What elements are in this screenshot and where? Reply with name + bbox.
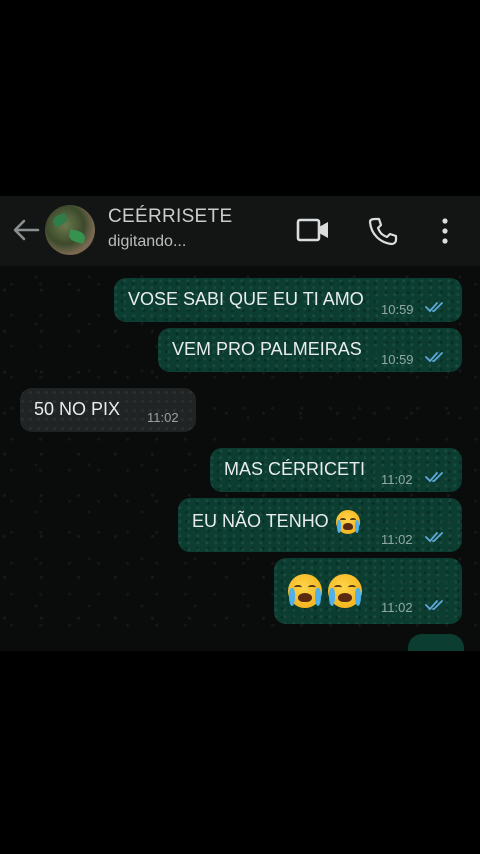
video-call-icon[interactable] <box>296 216 330 244</box>
message-time: 11:02 <box>381 472 413 487</box>
crying-face-emoji <box>328 574 362 608</box>
chat-screen: CEÉRRISETE digitando... VOSE SABI QUE EU… <box>0 196 480 651</box>
typing-status: digitando... <box>108 233 187 250</box>
contact-avatar[interactable] <box>45 205 95 255</box>
contact-name[interactable]: CEÉRRISETE <box>108 206 232 228</box>
message-time: 11:02 <box>381 532 413 547</box>
message-time: 10:59 <box>381 302 414 317</box>
message-time: 10:59 <box>381 352 414 367</box>
message-bubble-outgoing[interactable]: VEM PRO PALMEIRAS 10:59 <box>158 328 462 372</box>
read-ticks-icon <box>425 472 443 483</box>
more-options-icon[interactable] <box>438 216 452 246</box>
phone-call-icon[interactable] <box>368 216 398 246</box>
crying-face-emoji <box>336 510 360 534</box>
message-text: EU NÃO TENHO <box>192 511 329 531</box>
message-bubble-incoming[interactable]: 50 NO PIX 11:02 <box>20 388 196 432</box>
crying-face-emoji <box>288 574 322 608</box>
message-text: VOSE SABI QUE EU TI AMO <box>128 289 364 309</box>
message-bubble-outgoing[interactable]: 11:02 <box>274 558 462 624</box>
back-arrow-icon[interactable] <box>10 216 42 244</box>
read-ticks-icon <box>425 302 443 313</box>
message-text: VEM PRO PALMEIRAS <box>172 339 362 359</box>
message-bubble-partial <box>408 634 464 651</box>
message-text: MAS CÉRRICETI <box>224 459 366 479</box>
screen: CEÉRRISETE digitando... VOSE SABI QUE EU… <box>0 0 480 854</box>
read-ticks-icon <box>425 600 443 611</box>
read-ticks-icon <box>425 352 443 363</box>
message-bubble-outgoing[interactable]: MAS CÉRRICETI 11:02 <box>210 448 462 492</box>
read-ticks-icon <box>425 532 443 543</box>
message-bubble-outgoing[interactable]: EU NÃO TENHO 11:02 <box>178 498 462 552</box>
chat-header: CEÉRRISETE digitando... <box>0 196 480 266</box>
message-time: 11:02 <box>147 410 179 425</box>
message-time: 11:02 <box>381 600 413 615</box>
message-text: 50 NO PIX <box>34 399 121 419</box>
message-bubble-outgoing[interactable]: VOSE SABI QUE EU TI AMO 10:59 <box>114 278 462 322</box>
